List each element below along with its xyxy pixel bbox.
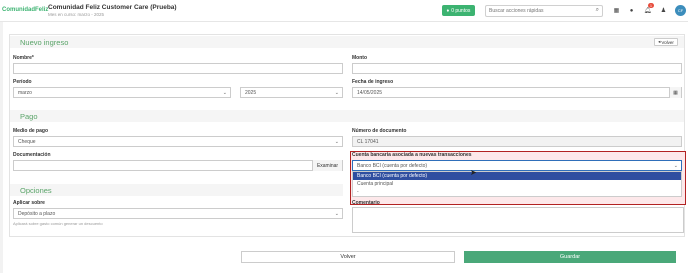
- section-nuevo-ingreso: Nuevo ingreso ◂ Volver: [10, 36, 684, 48]
- nombre-label: Nombre*: [13, 55, 34, 61]
- current-month-label: Mes en curso: marzo - 2025: [48, 12, 105, 17]
- section-title: Opciones: [20, 186, 52, 195]
- user-icon[interactable]: ♟: [659, 6, 668, 15]
- chevron-down-icon: ⌄: [334, 90, 339, 96]
- aplicar-sobre-label: Aplicar sobre: [13, 200, 45, 206]
- chevron-down-icon: ⌄: [334, 139, 339, 145]
- fecha-input[interactable]: 14/05/2025 ▦: [352, 87, 682, 98]
- top-bar: ComunidadFeliz Comunidad Feliz Customer …: [0, 0, 688, 22]
- search-icon[interactable]: ⌕: [596, 7, 599, 14]
- aplicar-sobre-select[interactable]: Depósito a plazo ⌄: [13, 208, 343, 219]
- avatar[interactable]: CF: [675, 5, 686, 16]
- medio-pago-label: Medio de pago: [13, 128, 48, 134]
- sidebar-edge: [0, 22, 3, 273]
- dropdown-option[interactable]: Cuenta principal: [353, 180, 681, 188]
- nombre-input[interactable]: [13, 63, 343, 74]
- points-label: 0 puntos: [451, 7, 471, 14]
- documentacion-label: Documentación: [13, 152, 51, 158]
- numero-documento-input[interactable]: CL 17041: [352, 136, 682, 147]
- periodo-month-select[interactable]: marzo ⌄: [13, 87, 231, 98]
- section-opciones: Opciones: [10, 184, 343, 196]
- chevron-down-icon: ⌄: [673, 163, 678, 169]
- periodo-month-value: marzo: [18, 89, 32, 96]
- periodo-label: Período: [13, 79, 32, 85]
- monto-label: Monto: [352, 55, 367, 61]
- points-button[interactable]: ♦ 0 puntos: [442, 5, 475, 16]
- help-icon[interactable]: ●: [627, 6, 636, 15]
- section-pago: Pago: [10, 110, 684, 122]
- comentario-textarea[interactable]: [352, 207, 684, 233]
- periodo-year-value: 2025: [245, 89, 257, 96]
- dropdown-option[interactable]: Banco BCI (cuenta por defecto): [353, 172, 681, 180]
- aplicar-sobre-value: Depósito a plazo: [18, 210, 56, 217]
- search-input[interactable]: [486, 6, 586, 16]
- periodo-year-select[interactable]: 2025 ⌄: [240, 87, 343, 98]
- grid-icon[interactable]: ▦: [612, 6, 621, 15]
- documentacion-file-input[interactable]: Examinar: [13, 160, 343, 171]
- aplicar-sobre-hint: Aplicará sobre gasto común generar un de…: [13, 221, 103, 226]
- chevron-down-icon: ⌄: [222, 90, 227, 96]
- calendar-icon[interactable]: ▦: [669, 87, 681, 98]
- section-title: Nuevo ingreso: [20, 38, 69, 47]
- fecha-value: 14/05/2025: [357, 89, 383, 96]
- medio-pago-select[interactable]: Cheque ⌄: [13, 136, 343, 147]
- cuenta-bancaria-label: Cuenta bancaria asociada a nuevas transa…: [352, 152, 472, 158]
- fecha-label: Fecha de ingreso: [352, 79, 394, 85]
- community-title: Comunidad Feliz Customer Care (Prueba): [48, 4, 177, 11]
- back-button[interactable]: ◂ Volver: [654, 38, 678, 46]
- mouse-cursor-icon: ➤: [470, 168, 477, 177]
- numero-documento-label: Número de documento: [352, 128, 407, 134]
- cuenta-bancaria-select[interactable]: Banco BCI (cuenta por defecto) ⌄: [352, 160, 682, 171]
- gift-icon: ♦: [446, 7, 450, 14]
- bell-icon[interactable]: 🔔︎ 1: [643, 3, 654, 15]
- quick-actions-search[interactable]: ⌕: [485, 5, 603, 17]
- medio-pago-value: Cheque: [18, 138, 36, 145]
- cuenta-bancaria-dropdown: Banco BCI (cuenta por defecto) Cuenta pr…: [352, 171, 682, 197]
- notification-badge: 1: [648, 3, 654, 8]
- back-label: Volver: [661, 39, 674, 45]
- dropdown-option[interactable]: -: [353, 188, 681, 196]
- examinar-button[interactable]: Examinar: [312, 160, 342, 171]
- arrow-left-icon: ◂: [658, 39, 661, 44]
- chevron-down-icon: ⌄: [334, 211, 339, 217]
- guardar-button[interactable]: Guardar: [464, 251, 676, 263]
- cuenta-bancaria-value: Banco BCI (cuenta por defecto): [357, 162, 428, 169]
- brand-logo[interactable]: ComunidadFeliz: [2, 7, 48, 13]
- monto-input[interactable]: [352, 63, 682, 74]
- comentario-label: Comentario: [352, 200, 380, 206]
- volver-button[interactable]: Volver: [241, 251, 455, 263]
- section-title: Pago: [20, 112, 38, 121]
